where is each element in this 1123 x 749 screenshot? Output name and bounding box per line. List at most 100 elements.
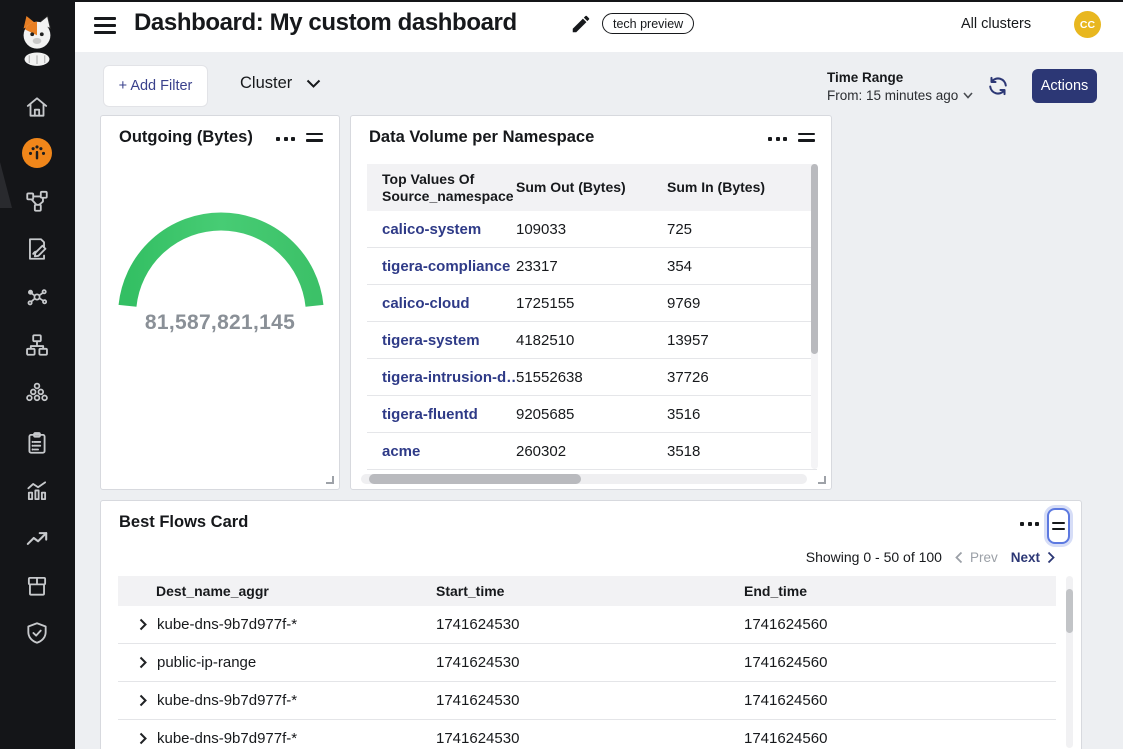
- sum-in-value: 3516: [667, 406, 817, 423]
- table-header-row: Top Values Of Source_namespace Sum Out (…: [367, 164, 817, 211]
- card-resize-handle[interactable]: [326, 476, 334, 484]
- data-volume-table: Top Values Of Source_namespace Sum Out (…: [367, 164, 817, 470]
- scrollbar-thumb[interactable]: [811, 164, 818, 354]
- card-menu-dots-icon[interactable]: [1020, 522, 1039, 526]
- showing-count-label: Showing 0 - 50 of 100: [806, 549, 942, 565]
- sidebar-item-compliance[interactable]: [22, 428, 52, 458]
- horizontal-scrollbar[interactable]: [361, 474, 807, 484]
- vertical-scrollbar[interactable]: [811, 164, 818, 469]
- table-row: acme 260302 3518: [367, 433, 817, 470]
- time-range-value-text: From: 15 minutes ago: [827, 88, 958, 103]
- endpoints-icon: [24, 380, 50, 406]
- cluster-dropdown[interactable]: Cluster: [240, 74, 321, 93]
- tech-preview-badge: tech preview: [602, 13, 694, 34]
- sidebar-item-dashboards[interactable]: [22, 138, 52, 168]
- namespace-link[interactable]: acme: [382, 443, 516, 460]
- namespace-link[interactable]: calico-cloud: [382, 295, 516, 312]
- calico-cat-logo[interactable]: [14, 12, 60, 68]
- card-title: Best Flows Card: [119, 513, 248, 532]
- sidebar-item-security-events[interactable]: [22, 618, 52, 648]
- page-title: Dashboard: My custom dashboard: [134, 9, 517, 37]
- activity-icon: [24, 478, 50, 504]
- column-header[interactable]: Sum Out (Bytes): [516, 179, 667, 196]
- sidebar-item-networks[interactable]: [22, 330, 52, 360]
- refresh-icon[interactable]: [987, 75, 1009, 97]
- sidebar-item-service-graph[interactable]: [22, 186, 52, 216]
- flow-visualizations-icon: [24, 284, 50, 310]
- card-menu-dots-icon[interactable]: [768, 137, 787, 141]
- row-expand-chevron-icon[interactable]: [139, 694, 147, 707]
- table-row: kube-dns-9b7d977f-* 1741624530 174162456…: [118, 682, 1056, 720]
- end-time-value: 1741624560: [744, 616, 1056, 633]
- card-drag-handle-icon[interactable]: [306, 133, 323, 146]
- home-icon: [24, 94, 50, 120]
- scrollbar-thumb[interactable]: [1066, 589, 1073, 633]
- row-expand-chevron-icon[interactable]: [139, 618, 147, 631]
- outgoing-bytes-card: Outgoing (Bytes) 81,587,821,145: [100, 115, 340, 490]
- namespace-link[interactable]: calico-system: [382, 221, 516, 238]
- card-title: Outgoing (Bytes): [119, 128, 253, 147]
- namespace-link[interactable]: tigera-compliance: [382, 258, 516, 275]
- prev-label: Prev: [970, 550, 998, 565]
- namespace-link[interactable]: tigera-fluentd: [382, 406, 516, 423]
- threat-feeds-icon: [24, 525, 50, 551]
- user-avatar[interactable]: CC: [1074, 11, 1101, 38]
- column-header[interactable]: Start_time: [436, 583, 744, 599]
- table-row: tigera-intrusion-d… 51552638 37726: [367, 359, 817, 396]
- column-header[interactable]: End_time: [744, 583, 1056, 599]
- chevron-right-icon: [1047, 551, 1055, 564]
- next-page-button[interactable]: Next: [1011, 550, 1055, 565]
- scrollbar-thumb[interactable]: [369, 474, 581, 484]
- namespace-link[interactable]: tigera-intrusion-d…: [382, 369, 516, 386]
- sum-in-value: 9769: [667, 295, 817, 312]
- app-root: Dashboard: My custom dashboard tech prev…: [0, 0, 1123, 749]
- vertical-scrollbar[interactable]: [1066, 576, 1073, 748]
- image-assurance-icon: [24, 573, 50, 599]
- window-top-edge: [0, 0, 1123, 2]
- table-row: tigera-system 4182510 13957: [367, 322, 817, 359]
- time-range-control: Time Range From: 15 minutes ago: [827, 70, 973, 103]
- dest-name-value: public-ip-range: [157, 654, 256, 671]
- card-menu-dots-icon[interactable]: [276, 137, 295, 141]
- card-resize-handle[interactable]: [818, 476, 826, 484]
- sidebar-item-home[interactable]: [22, 92, 52, 122]
- sidebar-item-activity[interactable]: [22, 476, 52, 506]
- start-time-value: 1741624530: [436, 616, 744, 633]
- chevron-down-icon: [963, 92, 973, 99]
- sidebar-item-image-assurance[interactable]: [22, 571, 52, 601]
- card-drag-handle-icon[interactable]: [1047, 508, 1070, 544]
- sum-in-value: 3518: [667, 443, 817, 460]
- sidebar-item-policies[interactable]: [22, 234, 52, 264]
- card-drag-handle-icon[interactable]: [798, 133, 815, 146]
- compliance-icon: [24, 430, 50, 456]
- prev-page-button[interactable]: Prev: [955, 550, 998, 565]
- sidebar-item-flow-visualizations[interactable]: [22, 282, 52, 312]
- actions-button[interactable]: Actions: [1032, 69, 1097, 103]
- column-header[interactable]: Top Values Of Source_namespace: [382, 171, 516, 204]
- sum-in-value: 37726: [667, 369, 817, 386]
- sum-in-value: 13957: [667, 332, 817, 349]
- sidebar-nav: [0, 0, 75, 749]
- column-header[interactable]: Dest_name_aggr: [156, 583, 436, 599]
- cluster-scope-selector[interactable]: All clusters: [961, 16, 1031, 32]
- edit-pencil-icon[interactable]: [570, 13, 592, 35]
- policies-icon: [24, 236, 50, 262]
- table-header-row: Dest_name_aggr Start_time End_time: [118, 576, 1056, 606]
- gauge-arc: [109, 194, 333, 324]
- namespace-link[interactable]: tigera-system: [382, 332, 516, 349]
- add-filter-button[interactable]: + Add Filter: [103, 65, 208, 107]
- row-expand-chevron-icon[interactable]: [139, 732, 147, 745]
- end-time-value: 1741624560: [744, 654, 1056, 671]
- table-row: tigera-compliance 23317 354: [367, 248, 817, 285]
- sidebar-item-threat-feeds[interactable]: [22, 523, 52, 553]
- security-events-icon: [24, 620, 50, 646]
- best-flows-card: Best Flows Card Showing 0 - 50 of 100 Pr…: [100, 500, 1082, 749]
- column-header[interactable]: Sum In (Bytes): [667, 179, 817, 196]
- sum-out-value: 260302: [516, 443, 667, 460]
- row-expand-chevron-icon[interactable]: [139, 656, 147, 669]
- sidebar-item-endpoints[interactable]: [22, 378, 52, 408]
- sum-out-value: 51552638: [516, 369, 667, 386]
- table-row: calico-system 109033 725: [367, 211, 817, 248]
- menu-hamburger-icon[interactable]: [94, 17, 116, 34]
- time-range-value[interactable]: From: 15 minutes ago: [827, 88, 973, 103]
